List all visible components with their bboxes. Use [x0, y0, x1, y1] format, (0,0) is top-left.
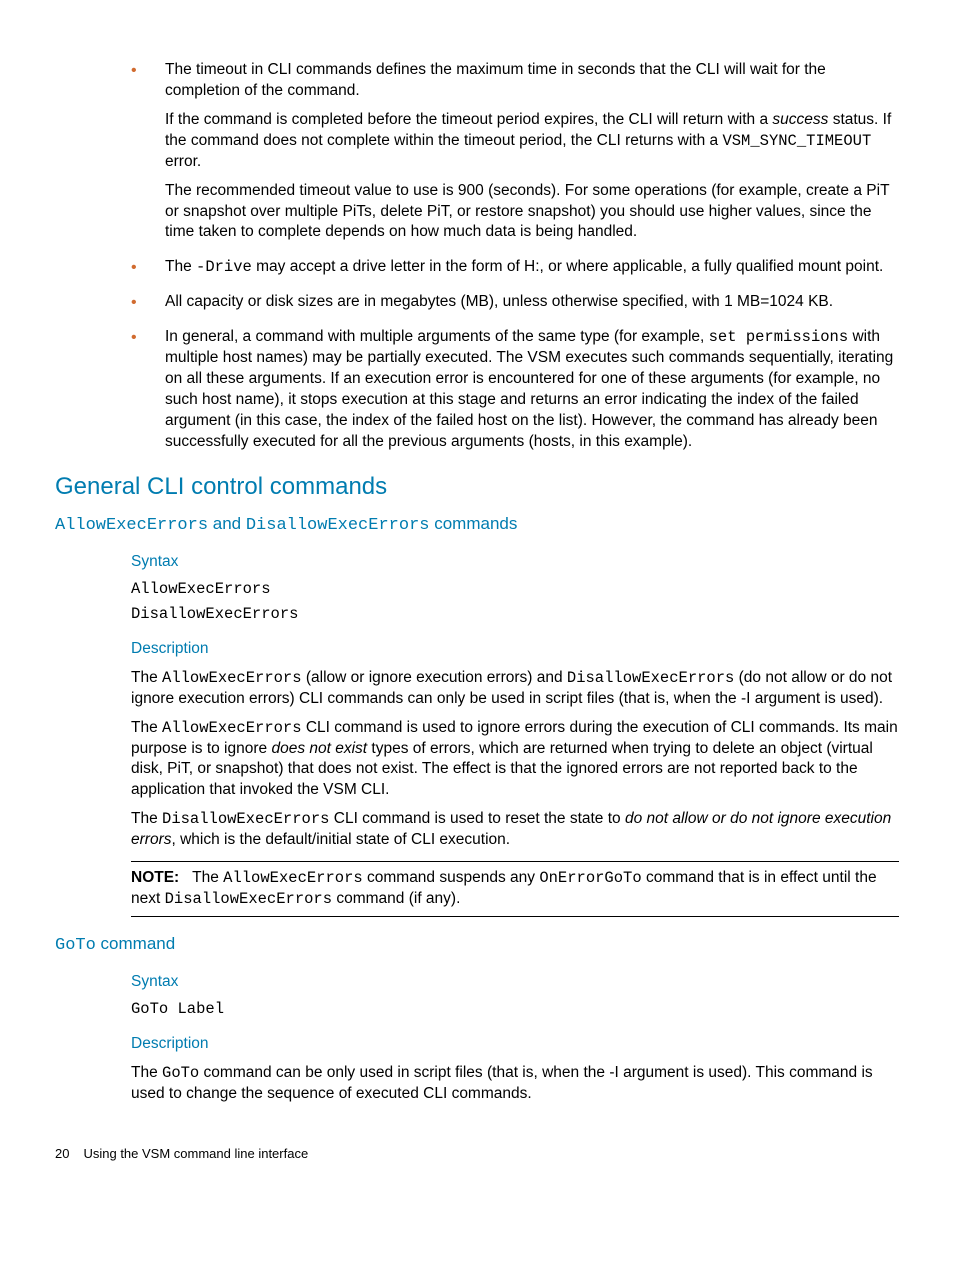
- text-run: The: [131, 669, 162, 686]
- code-text: DisallowExecErrors: [567, 669, 734, 687]
- text-run: (allow or ignore execution errors) and: [302, 669, 567, 686]
- code-text: AllowExecErrors: [162, 669, 302, 687]
- code-text: -Drive: [196, 258, 252, 276]
- text-run: command can be only used in script files…: [131, 1064, 873, 1102]
- text-run: command suspends any: [363, 869, 540, 886]
- body-text: The AllowExecErrors (allow or ignore exe…: [131, 668, 899, 710]
- page-footer: 20 Using the VSM command line interface: [55, 1145, 899, 1163]
- bullet-list: The timeout in CLI commands defines the …: [55, 60, 899, 453]
- code-text: DisallowExecErrors: [246, 516, 430, 535]
- bullet-item: All capacity or disk sizes are in megaby…: [55, 292, 899, 313]
- text-run: may accept a drive letter in the form of…: [252, 258, 884, 275]
- text-run: with multiple host names) may be partial…: [165, 328, 893, 450]
- note-label: NOTE:: [131, 869, 179, 886]
- description-heading: Description: [131, 1034, 899, 1055]
- code-text: AllowExecErrors: [162, 719, 302, 737]
- command-heading: AllowExecErrors and DisallowExecErrors c…: [55, 513, 899, 538]
- command-body: Syntax AllowExecErrors DisallowExecError…: [131, 552, 899, 917]
- text-run: CLI command is used to reset the state t…: [329, 810, 625, 827]
- command-body: Syntax GoTo Label Description The GoTo c…: [131, 972, 899, 1105]
- syntax-heading: Syntax: [131, 552, 899, 573]
- text-run: and: [208, 514, 246, 533]
- text-run: The: [131, 719, 162, 736]
- body-text: The recommended timeout value to use is …: [165, 181, 899, 244]
- command-heading: GoTo command: [55, 933, 899, 958]
- page-number: 20: [55, 1145, 69, 1163]
- code-text: OnErrorGoTo: [539, 869, 641, 887]
- italic-text: success: [772, 111, 828, 128]
- body-text: If the command is completed before the t…: [165, 110, 899, 173]
- body-text: The DisallowExecErrors CLI command is us…: [131, 809, 899, 851]
- body-text: The GoTo command can be only used in scr…: [131, 1063, 899, 1105]
- text-run: If the command is completed before the t…: [165, 111, 772, 128]
- text-run: commands: [429, 514, 517, 533]
- code-text: VSM_SYNC_TIMEOUT: [722, 132, 871, 150]
- body-text: The timeout in CLI commands defines the …: [165, 60, 899, 102]
- footer-title: Using the VSM command line interface: [83, 1146, 308, 1161]
- bullet-item: The -Drive may accept a drive letter in …: [55, 257, 899, 278]
- syntax-line: AllowExecErrors: [131, 579, 899, 600]
- syntax-line: GoTo Label: [131, 999, 899, 1020]
- code-text: AllowExecErrors: [55, 516, 208, 535]
- description-heading: Description: [131, 639, 899, 660]
- code-text: GoTo: [162, 1064, 199, 1082]
- bullet-item: The timeout in CLI commands defines the …: [55, 60, 899, 243]
- italic-text: does not exist: [271, 740, 367, 757]
- code-text: DisallowExecErrors: [162, 810, 329, 828]
- code-text: GoTo: [55, 936, 96, 955]
- text-run: command (if any).: [332, 890, 460, 907]
- text-run: The: [192, 869, 223, 886]
- section-heading: General CLI control commands: [55, 471, 899, 503]
- text-run: The: [131, 810, 162, 827]
- code-text: DisallowExecErrors: [165, 890, 332, 908]
- syntax-heading: Syntax: [131, 972, 899, 993]
- text-run: In general, a command with multiple argu…: [165, 328, 709, 345]
- body-text: The AllowExecErrors CLI command is used …: [131, 718, 899, 802]
- note-box: NOTE: The AllowExecErrors command suspen…: [131, 861, 899, 917]
- code-text: set permissions: [709, 328, 849, 346]
- bullet-item: In general, a command with multiple argu…: [55, 327, 899, 453]
- text-run: The: [131, 1064, 162, 1081]
- syntax-line: DisallowExecErrors: [131, 604, 899, 625]
- code-text: AllowExecErrors: [223, 869, 363, 887]
- text-run: , which is the default/initial state of …: [171, 831, 510, 848]
- text-run: error.: [165, 153, 201, 170]
- text-run: The: [165, 258, 196, 275]
- text-run: command: [96, 934, 175, 953]
